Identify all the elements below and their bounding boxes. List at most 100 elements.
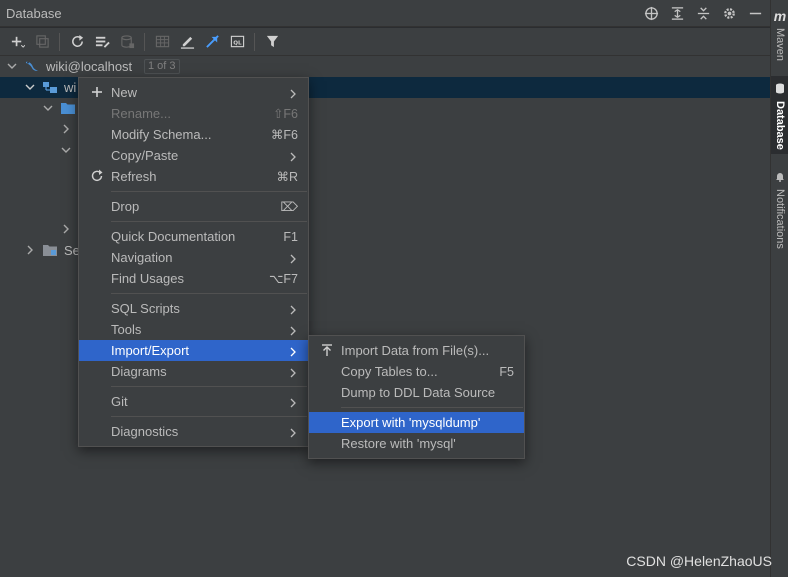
mysql-dolphin-icon [24,58,40,74]
expand-all-icon[interactable] [668,4,686,22]
menu-item-label: Rename... [111,106,171,121]
import-export-submenu: Import Data from File(s)... Copy Tables … [308,335,525,459]
menu-item-label: Drop [111,199,140,214]
menu-item-shortcut: ⌦ [280,200,298,214]
edit-icon[interactable] [176,31,198,53]
menu-item-shortcut: F1 [283,229,298,244]
menu-item-git[interactable]: Git [79,391,308,412]
submenu-item-copy-tables[interactable]: Copy Tables to... F5 [309,361,524,382]
menu-item-modify-schema[interactable]: Modify Schema... ⌘F6 [79,124,308,145]
menu-item-label: Copy/Paste [111,148,179,163]
submenu-item-label: Copy Tables to... [341,364,438,379]
menu-separator [111,293,307,294]
duplicate-icon[interactable] [31,31,53,53]
menu-item-copy-paste[interactable]: Copy/Paste [79,145,308,166]
toolbar-separator [144,32,145,51]
menu-item-label: Quick Documentation [111,229,236,244]
tab-database[interactable]: Database [771,76,788,154]
menu-item-find-usages[interactable]: Find Usages ⌥F7 [79,268,308,289]
gear-icon[interactable] [720,4,738,22]
menu-item-navigation[interactable]: Navigation [79,247,308,268]
table-icon[interactable] [151,31,173,53]
menu-separator [111,416,307,417]
panel-header: Database [0,0,770,27]
submenu-item-export-mysqldump[interactable]: Export with 'mysqldump' [309,412,524,433]
collapse-all-icon[interactable] [694,4,712,22]
tab-notifications[interactable]: Notifications [771,166,788,249]
menu-item-label: Find Usages [111,271,184,286]
submenu-item-shortcut: F5 [499,364,514,379]
menu-item-label: Import/Export [111,343,190,358]
menu-item-label: Navigation [111,250,173,265]
panel-header-actions [642,4,764,22]
menu-item-new[interactable]: New [79,82,308,103]
chevron-right-icon [288,366,298,378]
menu-item-refresh[interactable]: Refresh ⌘R [79,166,308,187]
menu-item-diagnostics[interactable]: Diagnostics [79,421,308,442]
chevron-down-icon[interactable] [60,144,72,156]
chevron-right-icon [288,303,298,315]
submenu-item-import-data[interactable]: Import Data from File(s)... [309,340,524,361]
crosshair-icon[interactable] [642,4,660,22]
tab-maven-label: Maven [774,28,786,62]
chevron-right-icon[interactable] [60,123,72,135]
watermark: CSDN @HelenZhaoUS [626,553,772,569]
panel-title: Database [6,5,62,21]
menu-item-drop[interactable]: Drop ⌦ [79,196,308,217]
submenu-item-label: Import Data from File(s)... [341,343,490,358]
menu-item-label: Git [111,394,128,409]
refresh-icon [90,169,104,183]
chevron-right-icon [288,324,298,336]
menu-separator [111,386,307,387]
menu-item-shortcut: ⌥F7 [269,272,298,286]
menu-item-sql-scripts[interactable]: SQL Scripts [79,298,308,319]
tab-maven[interactable]: m Maven [771,4,788,61]
submenu-item-restore-mysql[interactable]: Restore with 'mysql' [309,433,524,454]
menu-item-shortcut: ⇧F6 [272,107,298,121]
menu-item-rename[interactable]: Rename... ⇧F6 [79,103,308,124]
menu-item-label: Diagrams [111,364,167,379]
folder-icon [60,100,76,116]
menu-item-label: Modify Schema... [111,127,212,142]
chevron-down-icon[interactable] [24,81,36,93]
submenu-item-label: Dump to DDL Data Source [341,385,496,400]
jump-to-source-icon[interactable] [201,31,223,53]
server-objects-icon [42,242,58,258]
import-icon [320,343,334,357]
minimize-icon[interactable] [746,4,764,22]
menu-item-quick-documentation[interactable]: Quick Documentation F1 [79,226,308,247]
add-icon[interactable] [6,31,28,53]
refresh-icon[interactable] [66,31,88,53]
plus-icon [90,85,104,99]
filter-icon[interactable] [261,31,283,53]
chevron-down-icon[interactable] [6,60,18,72]
chevron-right-icon [288,252,298,264]
menu-item-tools[interactable]: Tools [79,319,308,340]
menu-separator [111,191,307,192]
menu-item-diagrams[interactable]: Diagrams [79,361,308,382]
disconnect-icon[interactable] [116,31,138,53]
chevron-right-icon [288,396,298,408]
maven-icon: m [773,8,787,24]
database-icon [775,82,785,97]
submenu-item-dump-ddl[interactable]: Dump to DDL Data Source [309,382,524,403]
chevron-down-icon[interactable] [42,102,54,114]
connection-badge: 1 of 3 [144,59,180,74]
submenu-item-label: Export with 'mysqldump' [341,415,481,430]
bell-icon [775,170,785,185]
chevron-right-icon [288,426,298,438]
menu-item-shortcut: ⌘F6 [270,128,298,142]
chevron-right-icon[interactable] [24,244,36,256]
chevron-right-icon [288,87,298,99]
query-console-icon[interactable]: QL [226,31,248,53]
tree-row-connection[interactable]: wiki@localhost 1 of 3 [0,56,770,77]
chevron-right-icon[interactable] [60,223,72,235]
menu-item-label: New [111,85,138,100]
menu-item-label: Diagnostics [111,424,179,439]
schema-properties-icon[interactable] [91,31,113,53]
svg-text:QL: QL [233,40,242,46]
menu-item-import-export[interactable]: Import/Export [79,340,308,361]
menu-separator [341,407,523,408]
schema-name: wi [64,80,77,95]
tab-notifications-label: Notifications [774,189,786,249]
